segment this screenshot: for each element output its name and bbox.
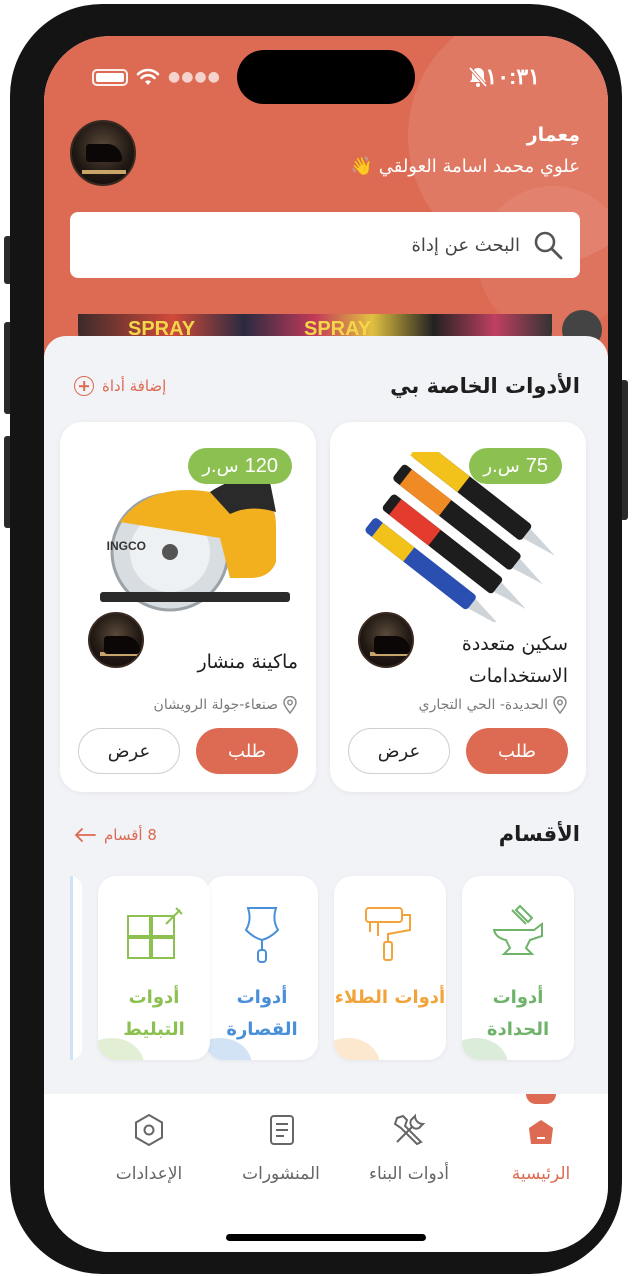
category-card-partial[interactable]	[70, 876, 82, 1060]
user-name: علوي محمد اسامة العولقي 👋	[350, 156, 580, 177]
categories-count-label: 8 أقسام	[104, 826, 157, 844]
tools-icon	[393, 1113, 426, 1146]
status-bar: ●●●● ١٠:٣١	[44, 36, 608, 116]
nav-label: الإعدادات	[115, 1164, 183, 1184]
owner-avatar[interactable]	[88, 612, 144, 668]
add-tool-label: إضافة أداة	[102, 377, 167, 395]
phone-frame: ●●●● ١٠:٣١ مِعمار علوي محمد اسامة العولق…	[10, 4, 622, 1274]
location-pin-icon	[553, 696, 567, 714]
user-avatar[interactable]	[70, 120, 136, 186]
categories-count-link[interactable]: 8 أقسام	[74, 826, 157, 844]
settings-icon	[135, 1113, 163, 1147]
battery-icon	[92, 68, 128, 86]
order-button[interactable]: طلب	[196, 728, 298, 774]
tool-card[interactable]: 75 س.ر سكين متعددة الاستخدامات الحديدة- …	[330, 422, 586, 792]
paint-roller-icon	[365, 907, 411, 961]
nav-label: المنشورات	[242, 1164, 320, 1184]
status-time: ١٠:٣١	[485, 64, 540, 89]
view-button[interactable]: عرض	[348, 728, 450, 774]
search-bar[interactable]	[70, 212, 580, 278]
category-card[interactable]: أدوات التبليط	[98, 876, 210, 1060]
header: ●●●● ١٠:٣١ مِعمار علوي محمد اسامة العولق…	[44, 36, 608, 356]
price-value: 75	[525, 454, 548, 477]
tool-location-text: صنعاء-جولة الرويشان	[153, 697, 278, 713]
nav-item-posts[interactable]: المنشورات	[216, 1110, 346, 1184]
tool-name: سكين متعددة الاستخدامات	[461, 633, 568, 687]
category-card[interactable]: أدوات الطلاء	[334, 876, 446, 1060]
view-button[interactable]: عرض	[78, 728, 180, 774]
category-label: أدوات القصارة	[226, 987, 298, 1040]
search-icon[interactable]	[532, 229, 564, 261]
tool-card[interactable]: INGCO 120 س.ر ماكينة منشار صنعاء-جولة ال…	[60, 422, 316, 792]
dynamic-island	[237, 50, 415, 104]
arrow-left-icon	[74, 828, 96, 842]
home-icon	[529, 1120, 553, 1144]
category-card[interactable]: أدوات القصارة	[206, 876, 318, 1060]
app-screen: ●●●● ١٠:٣١ مِعمار علوي محمد اسامة العولق…	[44, 36, 608, 1252]
price-currency: س.ر	[483, 455, 520, 477]
user-role: مِعمار	[526, 124, 580, 146]
category-label: أدوات الطلاء	[334, 987, 446, 1008]
wifi-icon	[136, 68, 160, 85]
anvil-hammer-icon	[492, 904, 543, 955]
owner-avatar[interactable]	[358, 612, 414, 668]
svg-text:INGCO: INGCO	[107, 539, 146, 553]
add-tool-link[interactable]: إضافة أداة	[74, 376, 166, 396]
my-tools-title: الأدوات الخاصة بي	[390, 374, 580, 398]
tool-location: صنعاء-جولة الرويشان	[154, 696, 298, 714]
trowel-icon	[244, 907, 280, 963]
price-value: 120	[244, 454, 278, 477]
home-indicator	[226, 1234, 426, 1241]
signal-dots-icon: ●●●●	[168, 69, 221, 85]
nav-label: الرئيسية	[511, 1164, 571, 1184]
tool-location-text: الحديدة- الحي التجاري	[418, 697, 548, 713]
nav-item-home[interactable]: الرئيسية	[476, 1110, 606, 1184]
tool-location: الحديدة- الحي التجاري	[419, 696, 568, 714]
nav-label: أدوات البناء	[369, 1164, 449, 1184]
add-circle-icon	[74, 376, 94, 396]
search-input[interactable]	[100, 234, 520, 256]
category-decoration	[334, 1038, 380, 1060]
tiles-icon	[127, 907, 183, 959]
tool-name: ماكينة منشار	[197, 651, 298, 673]
categories-title: الأقسام	[498, 822, 580, 846]
status-left: ●●●●	[92, 68, 221, 86]
nav-item-tools[interactable]: أدوات البناء	[344, 1110, 474, 1184]
location-pin-icon	[283, 696, 297, 714]
active-tab-indicator	[526, 1094, 556, 1104]
price-badge: 75 س.ر	[469, 448, 562, 484]
category-card[interactable]: أدوات الحدادة	[462, 876, 574, 1060]
order-button[interactable]: طلب	[466, 728, 568, 774]
category-label: أدوات التبليط	[123, 987, 185, 1040]
price-currency: س.ر	[202, 455, 239, 477]
bottom-nav: الرئيسية أدوات البناء المنشورات الإعدادا…	[44, 1094, 608, 1252]
document-icon	[270, 1115, 294, 1145]
price-badge: 120 س.ر	[188, 448, 292, 484]
category-label: أدوات الحدادة	[486, 987, 550, 1040]
nav-item-settings[interactable]: الإعدادات	[84, 1110, 214, 1184]
